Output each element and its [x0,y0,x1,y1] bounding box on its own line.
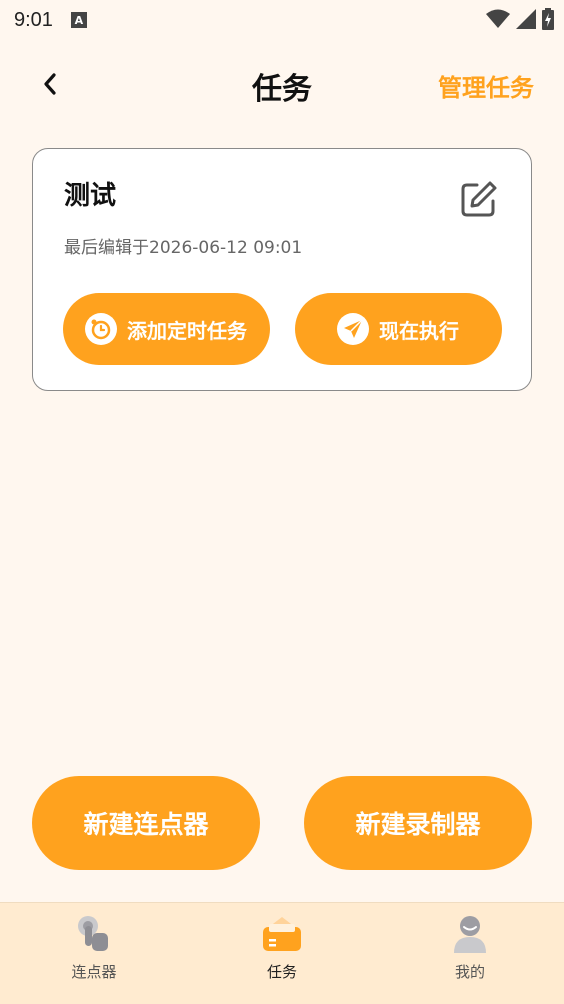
nav-item-tasks[interactable]: 任务 [188,903,376,1004]
alarm-clock-icon [85,313,117,345]
add-schedule-button[interactable]: 添加定时任务 [63,293,270,365]
signal-icon [516,9,536,29]
nav-label-clicker: 连点器 [71,963,117,981]
tap-hand-icon [73,913,115,955]
task-card[interactable]: 测试 最后编辑于2026-06-12 09:01 添加定时任务 现在执行 [32,148,532,391]
nav-label-profile: 我的 [454,963,485,981]
notification-icon: A [70,12,87,28]
manage-tasks-button[interactable]: 管理任务 [438,68,534,103]
status-bar: 9:01 A [0,0,564,40]
status-indicators [486,8,554,30]
new-recorder-button[interactable]: 新建录制器 [304,776,532,870]
last-edited-text: 最后编辑于2026-06-12 09:01 [64,238,303,258]
task-name: 测试 [64,181,117,211]
nav-item-profile[interactable]: 我的 [376,903,564,1004]
wifi-icon [486,9,510,28]
run-now-button[interactable]: 现在执行 [295,293,502,365]
edit-task-button[interactable] [459,179,499,219]
nav-label-tasks: 任务 [266,963,297,981]
add-schedule-label: 添加定时任务 [127,318,247,343]
status-time: 9:01 [14,8,53,31]
profile-icon [449,913,491,955]
battery-icon [542,8,554,30]
top-bar: 任务 管理任务 [0,54,564,114]
bottom-nav: 连点器 任务 我的 [0,902,564,1004]
run-now-label: 现在执行 [379,318,459,343]
new-clicker-button[interactable]: 新建连点器 [32,776,260,870]
paper-plane-icon [337,313,369,345]
task-folder-icon [261,913,303,955]
nav-item-clicker[interactable]: 连点器 [0,903,188,1004]
edit-icon [461,181,497,217]
